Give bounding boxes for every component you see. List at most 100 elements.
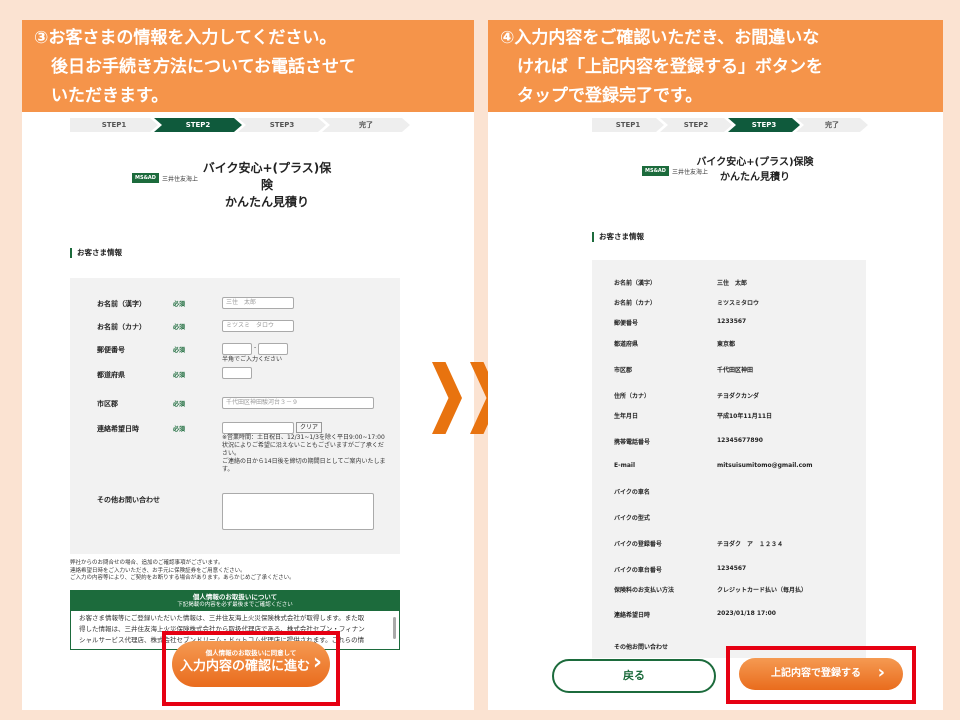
left-panel: ③お客さまの情報を入力してください。 後日お手続き方法についてお電話させて いた… bbox=[22, 20, 474, 710]
right-panel: ④入力内容をご確認いただき、お間違いな ければ「上記内容を登録する」ボタンを タ… bbox=[488, 20, 943, 710]
kanji-name-label: お名前（漢字） bbox=[97, 300, 146, 308]
left-instruction: ③お客さまの情報を入力してください。 後日お手続き方法についてお電話させて いた… bbox=[22, 20, 474, 112]
other-inquiry-label: その他お問い合わせ bbox=[97, 496, 160, 504]
row-value: 1233567 bbox=[717, 318, 747, 325]
register-button[interactable]: 上記内容で登録する › bbox=[739, 658, 903, 690]
required-badge: 必須 bbox=[173, 301, 186, 308]
row-value: 三住 太郎 bbox=[717, 280, 748, 287]
note-line: ※営業時間：土日祝日、12/31~1/3を除く平日9:00~17:00 bbox=[222, 434, 385, 441]
row-value: 12345677890 bbox=[717, 437, 763, 444]
row-label: 保険料のお支払い方法 bbox=[614, 587, 675, 594]
clear-button[interactable]: クリア bbox=[296, 422, 323, 433]
required-badge: 必須 bbox=[173, 426, 186, 433]
row-value: 千代田区神田 bbox=[717, 367, 754, 374]
privacy-subtitle: 下記掲載の内容を必ず最後までご確認ください bbox=[177, 602, 293, 608]
postal-code-input-2[interactable] bbox=[258, 343, 288, 355]
row-label: お名前（漢字） bbox=[614, 280, 657, 287]
left-screen: STEP1 STEP2 STEP3 完了 MS&AD 三井住友海上 バイク安心+… bbox=[22, 112, 474, 710]
right-instruction-line: ④入力内容をご確認いただき、お間違いな bbox=[500, 28, 820, 48]
row-label: 市区郡 bbox=[614, 367, 633, 374]
postal-code-note: 半角でご入力ください bbox=[222, 356, 283, 363]
step-complete: 完了 bbox=[322, 118, 410, 132]
right-instruction-line: ければ「上記内容を登録する」ボタンを bbox=[500, 57, 823, 77]
right-instruction-line: タップで登録完了です。 bbox=[500, 86, 703, 106]
required-badge: 必須 bbox=[173, 401, 186, 408]
right-screen: STEP1 STEP2 STEP3 完了 MS&AD 三井住友海上 バイク安心+… bbox=[488, 112, 943, 710]
product-subtitle: かんたん見積り bbox=[720, 172, 790, 183]
required-badge: 必須 bbox=[173, 324, 186, 331]
contact-datetime-label: 連絡希望日時 bbox=[97, 425, 139, 433]
brand-logo: MS&AD 三井住友海上 bbox=[132, 173, 198, 183]
row-label: その他お問い合わせ bbox=[614, 644, 669, 651]
row-value: mitsuisumitomo@gmail.com bbox=[717, 462, 813, 469]
row-value: クレジットカード払い（毎月払） bbox=[717, 587, 808, 594]
row-value: チヨダクカンダ bbox=[717, 393, 760, 400]
row-label: E-mail bbox=[614, 462, 636, 469]
button-label: 上記内容で登録する bbox=[771, 668, 861, 679]
confirm-input-button[interactable]: 個人情報のお取扱いに同意して 入力内容の確認に進む › bbox=[172, 641, 330, 687]
step-indicator: STEP1 STEP2 STEP3 完了 bbox=[592, 118, 864, 132]
postal-separator: - bbox=[254, 344, 257, 351]
row-label: 都道府県 bbox=[614, 341, 639, 348]
note-line: ご入力の内容等により、ご契約をお断りする場合があります。あらかじめご了承ください… bbox=[70, 575, 295, 581]
row-value: 平成10年11月11日 bbox=[717, 413, 773, 420]
privacy-line: お客さま情報等にご登録いただいた情報は、三井住友海上火災保険株式会社が取得します… bbox=[79, 614, 365, 622]
left-instruction-line: いただきます。 bbox=[34, 86, 169, 106]
form-notes: 弊社からのお問合せの場合、追加のご確認事項がございます。 連絡希望日時をご入力い… bbox=[70, 560, 400, 583]
chevron-right-icon: › bbox=[877, 662, 885, 683]
row-label: バイクの車名 bbox=[614, 489, 650, 496]
step-indicator: STEP1 STEP2 STEP3 完了 bbox=[70, 118, 406, 132]
row-label: お名前（カナ） bbox=[614, 300, 657, 307]
row-value: ミツスミタロウ bbox=[717, 300, 760, 307]
note-line: す。 bbox=[222, 466, 234, 473]
customer-form: お名前（漢字） 必須 三住 太郎 お名前（カナ） 必須 ミツスミ タロウ 郵便番… bbox=[70, 278, 400, 554]
row-label: バイクの型式 bbox=[614, 515, 650, 522]
left-instruction-line: ③お客さまの情報を入力してください。 bbox=[34, 28, 337, 48]
postal-code-label: 郵便番号 bbox=[97, 346, 125, 354]
note-line: 状況によりご希望に沿えないこともございますがご了承くだ bbox=[222, 442, 384, 449]
privacy-scrollbar[interactable] bbox=[393, 617, 396, 639]
postal-code-input-1[interactable] bbox=[222, 343, 252, 355]
privacy-title: 個人情報のお取扱いについて bbox=[192, 593, 278, 601]
back-button[interactable]: 戻る bbox=[552, 659, 716, 693]
left-instruction-line: 後日お手続き方法についてお電話させて bbox=[34, 57, 356, 77]
row-label: バイクの車台番号 bbox=[614, 567, 662, 574]
row-value: 東京都 bbox=[717, 341, 736, 348]
row-value: チヨダク ア １２３４ bbox=[717, 541, 784, 548]
msad-logo: MS&AD bbox=[642, 166, 669, 176]
other-inquiry-textarea[interactable] bbox=[222, 493, 374, 530]
prefecture-input[interactable] bbox=[222, 367, 252, 379]
step-complete: 完了 bbox=[796, 118, 868, 132]
product-subtitle: かんたん見積り bbox=[224, 195, 309, 209]
row-value: 2023/01/18 17:00 bbox=[717, 610, 776, 617]
right-instruction: ④入力内容をご確認いただき、お間違いな ければ「上記内容を登録する」ボタンを タ… bbox=[488, 20, 943, 112]
step-2: STEP2 bbox=[660, 118, 732, 132]
row-label: 携帯電話番号 bbox=[614, 439, 651, 446]
kana-name-label: お名前（カナ） bbox=[97, 323, 146, 331]
section-title: お客さま情報 bbox=[592, 232, 644, 242]
section-title: お客さま情報 bbox=[70, 248, 122, 258]
note-line: 連絡希望日時をご入力いただき、お手元に保険証券をご用意ください。 bbox=[70, 567, 246, 574]
button-caption: 個人情報のお取扱いに同意して bbox=[205, 649, 297, 657]
row-value: 1234567 bbox=[717, 565, 747, 572]
row-label: 生年月日 bbox=[614, 413, 639, 420]
prefecture-label: 都道府県 bbox=[97, 371, 125, 379]
kana-name-input[interactable]: ミツスミ タロウ bbox=[222, 320, 294, 332]
row-label: 郵便番号 bbox=[614, 320, 639, 327]
contact-datetime-note: ※営業時間：土日祝日、12/31~1/3を除く平日9:00~17:00 状況によ… bbox=[222, 434, 385, 474]
privacy-header: 個人情報のお取扱いについて 下記掲載の内容を必ず最後までご確認ください bbox=[71, 591, 399, 611]
company-name: 三井住友海上 bbox=[161, 175, 198, 183]
contact-datetime-input[interactable] bbox=[222, 422, 294, 434]
city-input[interactable]: 千代田区神田駿河台３－９ bbox=[222, 397, 374, 409]
step-1: STEP1 bbox=[70, 118, 158, 132]
confirmation-table: お名前（漢字） 三住 太郎 お名前（カナ） ミツスミタロウ 郵便番号 12335… bbox=[592, 260, 866, 658]
msad-logo: MS&AD bbox=[132, 173, 159, 183]
chevron-right-icon: › bbox=[312, 650, 322, 675]
step-1: STEP1 bbox=[592, 118, 664, 132]
kanji-name-input[interactable]: 三住 太郎 bbox=[222, 297, 294, 309]
note-line: さい。 bbox=[222, 450, 241, 457]
row-label: 連絡希望日時 bbox=[614, 612, 651, 619]
step-3: STEP3 bbox=[238, 118, 326, 132]
product-title: バイク安心+(プラス)保険 かんたん見積り bbox=[197, 160, 337, 211]
button-label: 入力内容の確認に進む bbox=[179, 659, 310, 674]
